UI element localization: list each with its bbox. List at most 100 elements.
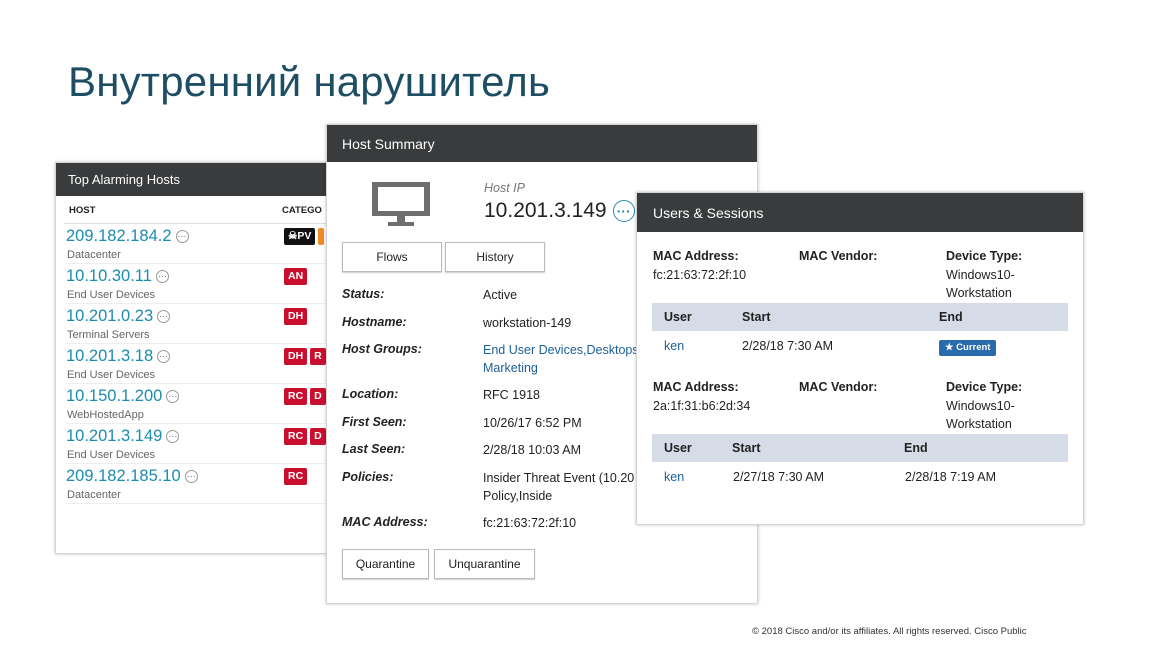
category-badges: DH R <box>284 348 326 365</box>
category-badge[interactable]: RC <box>284 388 308 405</box>
category-badge[interactable]: R <box>310 348 326 365</box>
device-type-value-2: Workstation <box>946 417 1012 431</box>
column-headers: HOST CATEGO <box>64 196 336 224</box>
host-group: End User Devices <box>67 289 156 301</box>
quarantine-button[interactable]: Quarantine <box>342 549 429 579</box>
host-ip-link[interactable]: 10.150.1.200 ··· <box>66 387 180 406</box>
host-ip-value: 10.201.3.149 <box>484 199 607 222</box>
category-badge[interactable]: ☠PV <box>284 228 316 245</box>
flows-button[interactable]: Flows <box>342 242 442 272</box>
host-ip-text[interactable]: 10.201.3.18 <box>66 347 153 366</box>
host-ip-link[interactable]: 209.182.185.10 ··· <box>66 467 198 486</box>
mac-address-label: MAC Address: <box>653 380 739 394</box>
host-ip-text[interactable]: 10.10.30.11 <box>66 267 152 286</box>
alarm-host-row: 10.150.1.200 ··· WebHostedApp RC D <box>66 384 336 424</box>
more-options-icon[interactable]: ··· <box>157 350 171 363</box>
hostname-value: workstation-149 <box>483 316 572 330</box>
category-badges: ☠PV <box>284 228 325 245</box>
device-type-label: Device Type: <box>946 380 1023 394</box>
host-ip-text[interactable]: 10.201.0.23 <box>66 307 153 326</box>
host-ip-text[interactable]: 209.182.184.2 <box>66 227 172 246</box>
category-badge[interactable]: D <box>310 388 326 405</box>
category-badge[interactable]: AN <box>284 268 308 285</box>
host-ip-text[interactable]: 209.182.185.10 <box>66 467 181 486</box>
host-group: Datacenter <box>67 249 121 261</box>
category-badges: RC D <box>284 428 326 445</box>
alarm-host-row: 10.10.30.11 ··· End User Devices AN <box>66 264 336 304</box>
host-group: Terminal Servers <box>67 329 150 341</box>
hostname-label: Hostname: <box>342 315 407 329</box>
more-options-icon[interactable]: ··· <box>166 390 180 403</box>
host-groups-label: Host Groups: <box>342 342 422 356</box>
more-options-icon[interactable]: ··· <box>184 470 198 483</box>
location-label: Location: <box>342 387 399 401</box>
session-end: 2/28/18 7:19 AM <box>905 470 997 484</box>
last-seen-value: 2/28/18 10:03 AM <box>483 443 581 457</box>
host-ip-link[interactable]: 10.201.3.149 ··· <box>66 427 180 446</box>
monitor-icon <box>372 182 430 226</box>
policies-value-1: Insider Threat Event (10.20 <box>483 471 635 485</box>
more-options-icon[interactable]: ··· <box>612 200 635 222</box>
alarm-host-row: 10.201.3.149 ··· End User Devices RC D <box>66 424 336 464</box>
mac-address-value: fc:21:63:72:2f:10 <box>483 516 577 530</box>
host-group: End User Devices <box>67 369 156 381</box>
device-type-value-2: Workstation <box>946 286 1012 300</box>
first-seen-value: 10/26/17 6:52 PM <box>483 416 582 430</box>
category-badge[interactable]: RC <box>284 468 308 485</box>
host-ip-link[interactable]: 209.182.184.2 ··· <box>66 227 189 246</box>
policies-value-2: Policy,Inside <box>483 489 553 503</box>
host-ip-link[interactable]: 10.10.30.11 ··· <box>66 267 169 286</box>
users-sessions-panel: Users & Sessions MAC Address: MAC Vendor… <box>636 192 1084 525</box>
footer-copyright: © 2018 Cisco and/or its affiliates. All … <box>752 626 1027 637</box>
more-options-icon[interactable]: ··· <box>175 230 189 243</box>
category-badges: AN <box>284 268 308 285</box>
alarm-host-row: 209.182.185.10 ··· Datacenter RC <box>66 464 336 504</box>
status-label: Status: <box>342 287 385 301</box>
slide-title: Внутренний нарушитель <box>68 58 551 105</box>
first-seen-label: First Seen: <box>342 415 407 429</box>
current-session-badge: ★ Current <box>939 340 997 356</box>
column-end: End <box>939 310 963 324</box>
more-options-icon[interactable]: ··· <box>157 310 171 323</box>
panel-header: Top Alarming Hosts <box>56 163 344 196</box>
session-user-link[interactable]: ken <box>664 339 684 353</box>
alarm-host-row: 209.182.184.2 ··· Datacenter ☠PV <box>66 224 336 264</box>
host-ip-text[interactable]: 10.201.3.149 <box>66 427 162 446</box>
device-type-label: Device Type: <box>946 249 1023 263</box>
sessions-table-header: User Start End <box>652 303 1068 331</box>
category-badges: RC D <box>284 388 326 405</box>
host-ip-text[interactable]: 10.150.1.200 <box>66 387 162 406</box>
mac-address-label: MAC Address: <box>653 249 739 263</box>
category-badge[interactable]: DH <box>284 348 308 365</box>
host-ip: 10.201.3.149 ··· <box>484 199 635 223</box>
more-options-icon[interactable]: ··· <box>166 430 180 443</box>
category-badges: DH <box>284 308 308 325</box>
host-ip-label: Host IP <box>484 181 525 195</box>
device-type-value-1: Windows10- <box>946 268 1015 282</box>
category-badge[interactable]: DH <box>284 308 308 325</box>
location-value: RFC 1918 <box>483 388 540 402</box>
session-user-link[interactable]: ken <box>664 470 684 484</box>
session-start: 2/27/18 7:30 AM <box>733 470 825 484</box>
host-ip-link[interactable]: 10.201.3.18 ··· <box>66 347 171 366</box>
column-end: End <box>904 441 928 455</box>
host-groups-link-2[interactable]: Marketing <box>483 359 538 377</box>
unquarantine-button[interactable]: Unquarantine <box>434 549 535 579</box>
more-options-icon[interactable]: ··· <box>155 270 169 283</box>
host-ip-link[interactable]: 10.201.0.23 ··· <box>66 307 171 326</box>
category-badge[interactable] <box>318 228 325 245</box>
history-button[interactable]: History <box>445 242 545 272</box>
mac-address-value: 2a:1f:31:b6:2d:34 <box>653 399 751 413</box>
top-alarming-hosts-panel: Top Alarming Hosts HOST CATEGO 209.182.1… <box>55 162 345 554</box>
alarm-host-row: 10.201.0.23 ··· Terminal Servers DH <box>66 304 336 344</box>
device-type-value-1: Windows10- <box>946 399 1015 413</box>
host-group: End User Devices <box>67 449 156 461</box>
panel-header: Host Summary <box>327 125 757 162</box>
column-category[interactable]: CATEGO <box>282 205 322 216</box>
category-badge[interactable]: RC <box>284 428 308 445</box>
mac-vendor-label: MAC Vendor: <box>799 249 878 263</box>
host-groups-link-1[interactable]: End User Devices,Desktops <box>483 341 639 359</box>
column-user: User <box>664 310 692 324</box>
column-host[interactable]: HOST <box>69 205 95 216</box>
category-badge[interactable]: D <box>310 428 326 445</box>
